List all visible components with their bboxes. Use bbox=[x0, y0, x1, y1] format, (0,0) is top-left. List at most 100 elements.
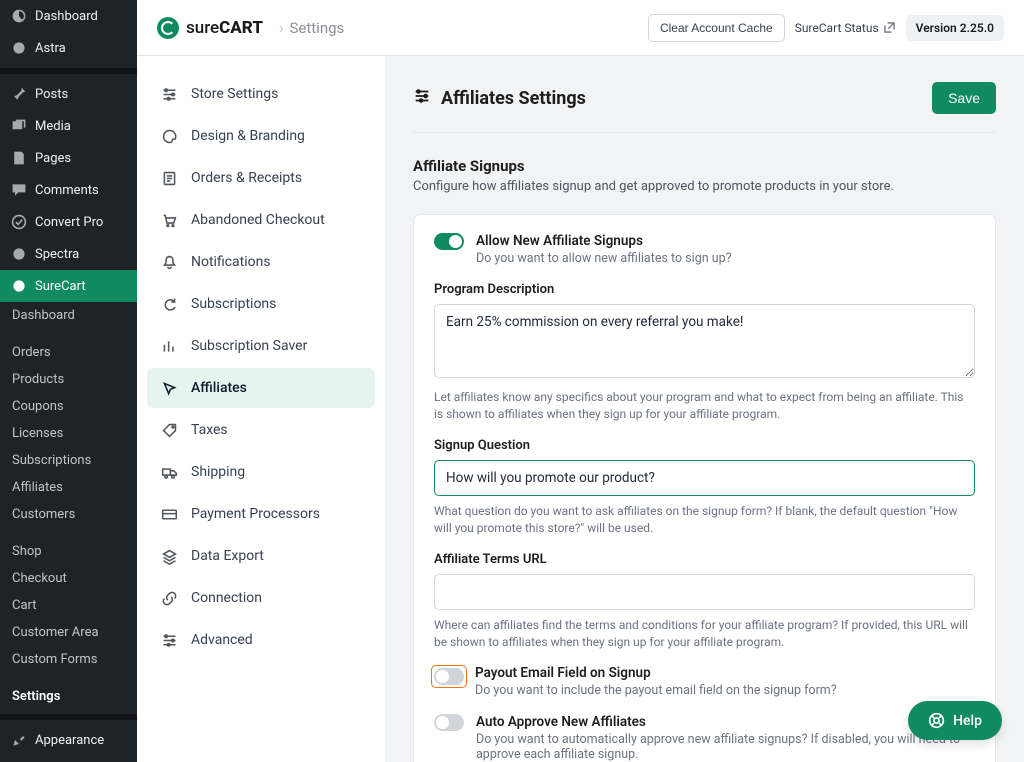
auto-approve-toggle[interactable] bbox=[434, 714, 464, 731]
topbar: sureCART ›Settings Clear Account Cache S… bbox=[137, 0, 1024, 56]
wp-menu-comments[interactable]: Comments bbox=[0, 174, 137, 206]
truck-icon bbox=[159, 462, 179, 482]
surecart-icon bbox=[10, 277, 28, 295]
wp-sub-customforms[interactable]: Custom Forms bbox=[0, 646, 137, 673]
wp-admin-sidebar: Dashboard Astra Posts Media Pages Commen… bbox=[0, 0, 137, 762]
receipt-icon bbox=[159, 168, 179, 188]
bars-icon bbox=[159, 336, 179, 356]
snav-abandoned[interactable]: Abandoned Checkout bbox=[147, 200, 375, 240]
clear-cache-button[interactable]: Clear Account Cache bbox=[648, 14, 785, 42]
wp-sub-customerarea[interactable]: Customer Area bbox=[0, 619, 137, 646]
cart-icon bbox=[159, 210, 179, 230]
wp-menu-appearance[interactable]: Appearance bbox=[0, 724, 137, 756]
save-button[interactable]: Save bbox=[932, 82, 996, 114]
payout-email-label: Payout Email Field on Signup bbox=[475, 665, 837, 681]
terms-url-help: Where can affiliates find the terms and … bbox=[434, 617, 975, 652]
program-description-input[interactable] bbox=[434, 304, 975, 378]
wp-sub-settings[interactable]: Settings bbox=[0, 683, 137, 710]
sliders-icon bbox=[413, 87, 431, 109]
snav-store[interactable]: Store Settings bbox=[147, 74, 375, 114]
signup-question-help: What question do you want to ask affilia… bbox=[434, 503, 975, 538]
layers-icon bbox=[159, 546, 179, 566]
allow-signups-toggle[interactable] bbox=[434, 233, 464, 250]
terms-url-input[interactable] bbox=[434, 574, 975, 610]
snav-saver[interactable]: Subscription Saver bbox=[147, 326, 375, 366]
auto-approve-desc: Do you want to automatically approve new… bbox=[476, 732, 975, 762]
tag-icon bbox=[159, 420, 179, 440]
bell-icon bbox=[159, 252, 179, 272]
wp-sub-orders[interactable]: Orders bbox=[0, 339, 137, 366]
page-title: Affiliates Settings bbox=[441, 88, 932, 109]
snav-subscriptions[interactable]: Subscriptions bbox=[147, 284, 375, 324]
snav-notifications[interactable]: Notifications bbox=[147, 242, 375, 282]
snav-export[interactable]: Data Export bbox=[147, 536, 375, 576]
wp-sub-licenses[interactable]: Licenses bbox=[0, 420, 137, 447]
separator bbox=[0, 714, 137, 720]
terms-url-label: Affiliate Terms URL bbox=[434, 552, 975, 567]
auto-approve-label: Auto Approve New Affiliates bbox=[476, 714, 975, 730]
wp-sub-subscriptions[interactable]: Subscriptions bbox=[0, 447, 137, 474]
section-subtitle: Configure how affiliates signup and get … bbox=[413, 179, 996, 194]
breadcrumb: ›Settings bbox=[273, 19, 344, 37]
wp-menu-dashboard[interactable]: Dashboard bbox=[0, 0, 137, 32]
wp-sub-affiliates[interactable]: Affiliates bbox=[0, 474, 137, 501]
snav-payment[interactable]: Payment Processors bbox=[147, 494, 375, 534]
wp-sub-checkout[interactable]: Checkout bbox=[0, 565, 137, 592]
snav-taxes[interactable]: Taxes bbox=[147, 410, 375, 450]
lifebuoy-icon bbox=[928, 712, 945, 729]
signup-question-input[interactable] bbox=[434, 460, 975, 496]
sliders-icon bbox=[159, 630, 179, 650]
wp-menu-convertpro[interactable]: Convert Pro bbox=[0, 206, 137, 238]
wp-menu-spectra[interactable]: Spectra bbox=[0, 238, 137, 270]
wp-menu-plugins[interactable]: Plugins2 bbox=[0, 756, 137, 762]
link-icon bbox=[159, 588, 179, 608]
wp-menu-astra[interactable]: Astra bbox=[0, 32, 137, 64]
appearance-icon bbox=[10, 731, 28, 749]
palette-icon bbox=[159, 126, 179, 146]
program-description-help: Let affiliates know any specifics about … bbox=[434, 389, 975, 424]
help-fab[interactable]: Help bbox=[908, 701, 1002, 740]
surecart-status-link[interactable]: SureCart Status bbox=[795, 21, 896, 35]
spectra-icon bbox=[10, 245, 28, 263]
external-link-icon bbox=[883, 21, 896, 34]
wp-sub-products[interactable]: Products bbox=[0, 366, 137, 393]
allow-signups-label: Allow New Affiliate Signups bbox=[476, 233, 732, 249]
version-badge: Version 2.25.0 bbox=[906, 15, 1004, 41]
wp-sub-shop[interactable]: Shop bbox=[0, 538, 137, 565]
wp-menu-media[interactable]: Media bbox=[0, 110, 137, 142]
brand: sureCART bbox=[157, 17, 263, 39]
allow-signups-desc: Do you want to allow new affiliates to s… bbox=[476, 251, 732, 266]
separator bbox=[0, 68, 137, 74]
signup-card: Allow New Affiliate Signups Do you want … bbox=[413, 214, 996, 762]
payout-email-toggle[interactable] bbox=[434, 668, 464, 685]
comments-icon bbox=[10, 181, 28, 199]
wp-menu-surecart[interactable]: SureCart bbox=[0, 270, 137, 302]
snav-shipping[interactable]: Shipping bbox=[147, 452, 375, 492]
signup-question-label: Signup Question bbox=[434, 438, 975, 453]
refresh-icon bbox=[159, 294, 179, 314]
snav-advanced[interactable]: Advanced bbox=[147, 620, 375, 660]
snav-affiliates[interactable]: Affiliates bbox=[147, 368, 375, 408]
wp-menu-pages[interactable]: Pages bbox=[0, 142, 137, 174]
chevron-right-icon: › bbox=[279, 19, 284, 37]
wp-sub-customers[interactable]: Customers bbox=[0, 501, 137, 528]
divider bbox=[413, 132, 996, 133]
content-panel: Affiliates Settings Save Affiliate Signu… bbox=[385, 56, 1024, 762]
snav-orders[interactable]: Orders & Receipts bbox=[147, 158, 375, 198]
card-icon bbox=[159, 504, 179, 524]
dashboard-icon bbox=[10, 7, 28, 25]
surecart-logo-icon bbox=[157, 17, 179, 39]
snav-connection[interactable]: Connection bbox=[147, 578, 375, 618]
media-icon bbox=[10, 117, 28, 135]
wp-sub-coupons[interactable]: Coupons bbox=[0, 393, 137, 420]
snav-design[interactable]: Design & Branding bbox=[147, 116, 375, 156]
wp-menu-posts[interactable]: Posts bbox=[0, 78, 137, 110]
section-title: Affiliate Signups bbox=[413, 157, 996, 175]
wp-sub-dashboard[interactable]: Dashboard bbox=[0, 302, 137, 329]
wp-sub-cart[interactable]: Cart bbox=[0, 592, 137, 619]
pin-icon bbox=[10, 85, 28, 103]
settings-nav: Store Settings Design & Branding Orders … bbox=[137, 56, 385, 762]
program-description-label: Program Description bbox=[434, 282, 975, 297]
pages-icon bbox=[10, 149, 28, 167]
sliders-icon bbox=[159, 84, 179, 104]
